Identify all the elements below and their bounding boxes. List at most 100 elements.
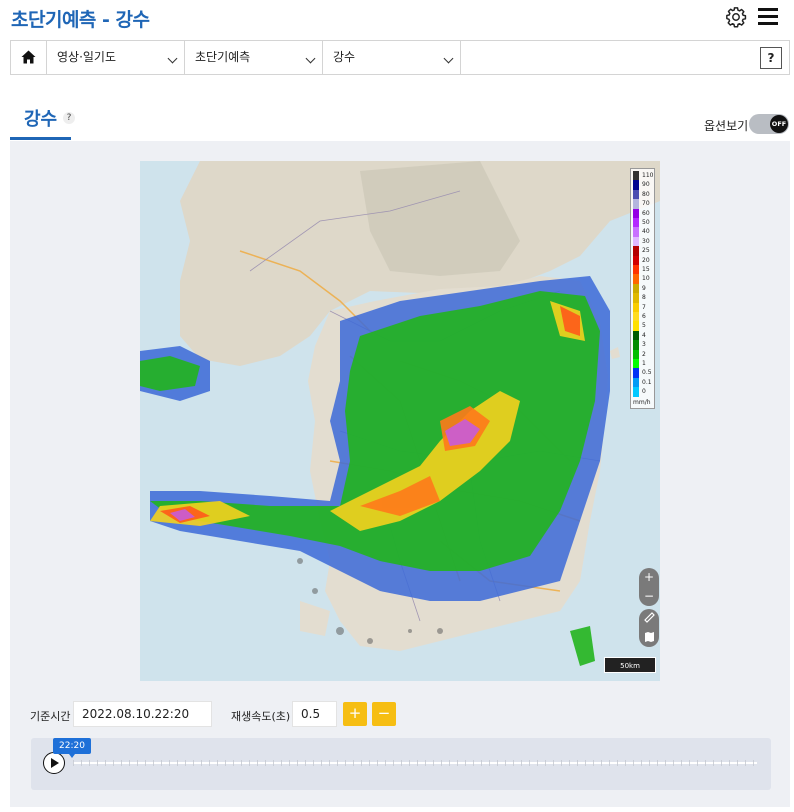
legend-row: 10 — [633, 274, 655, 284]
legend-level: 6 — [642, 313, 646, 320]
legend-swatch — [633, 246, 639, 256]
legend-level: 8 — [642, 294, 646, 302]
legend-level: 9 — [642, 284, 646, 292]
legend-level: 0.1 — [642, 378, 652, 386]
toggle-knob: OFF — [770, 115, 788, 133]
legend-swatch — [633, 227, 639, 237]
legend-level: 0 — [642, 388, 646, 396]
legend-swatch — [633, 274, 639, 284]
legend-swatch — [633, 387, 639, 397]
legend-swatch — [633, 255, 639, 265]
map-tools — [639, 609, 659, 647]
legend-level: 15 — [642, 266, 650, 273]
timeline-ticks — [73, 760, 757, 766]
breadcrumb-nav: 영상·일기도 초단기예측 강수 ? — [10, 40, 790, 75]
timeline-current-time[interactable]: 22:20 — [53, 738, 91, 758]
legend-swatch — [633, 189, 639, 200]
legend-level: 2 — [642, 350, 646, 358]
chevron-down-icon — [167, 53, 178, 64]
map-canvas — [140, 161, 660, 666]
legend-swatch — [633, 283, 639, 294]
legend-swatch — [633, 218, 639, 228]
legend-level: 1 — [642, 360, 646, 367]
legend-row: 70 — [633, 199, 655, 209]
legend-unit: mm/h — [633, 399, 651, 406]
speed-label: 재생속도(초) — [231, 710, 291, 723]
speed-input[interactable]: 0.5 — [292, 701, 337, 727]
legend-level: 25 — [642, 247, 650, 255]
home-button[interactable] — [11, 41, 47, 74]
chevron-down-icon — [305, 53, 316, 64]
zoom-in-button[interactable]: + — [639, 568, 659, 587]
legend-row: 40 — [633, 227, 655, 237]
option-view-label: 옵션보기 — [704, 119, 749, 133]
radar-map[interactable] — [140, 161, 660, 681]
nav-select-element[interactable]: 강수 — [323, 41, 461, 74]
option-view-toggle[interactable]: OFF — [749, 114, 789, 134]
legend-swatch — [633, 330, 639, 341]
legend-row: 9 — [633, 283, 655, 294]
legend-swatch — [633, 359, 639, 369]
legend-swatch — [633, 265, 639, 275]
legend-level: 0.5 — [642, 369, 652, 377]
tab-underline — [10, 137, 71, 140]
play-button[interactable] — [43, 752, 65, 774]
help-button[interactable]: ? — [760, 47, 782, 69]
legend-swatch — [633, 349, 639, 359]
legend-swatch — [633, 208, 639, 218]
legend-row: 25 — [633, 246, 655, 256]
legend-swatch — [633, 236, 639, 247]
legend-level: 110 — [642, 172, 654, 179]
home-icon — [21, 50, 36, 64]
legend-level: 4 — [642, 331, 646, 339]
tab-help-icon[interactable]: ? — [63, 112, 75, 124]
legend-row: 50 — [633, 218, 655, 228]
speed-plus-button[interactable]: + — [343, 702, 367, 726]
legend-row: 7 — [633, 302, 655, 312]
legend-level: 30 — [642, 237, 650, 245]
page-title: 초단기예측 - 강수 — [11, 9, 150, 31]
legend-level: 50 — [642, 219, 650, 226]
legend-level: 60 — [642, 209, 650, 217]
legend-row: 3 — [633, 340, 655, 350]
tab-precipitation[interactable]: 강수 — [24, 105, 57, 131]
zoom-controls: + − — [639, 568, 659, 606]
legend-level: 40 — [642, 228, 650, 236]
speed-minus-button[interactable]: − — [372, 702, 396, 726]
chevron-down-icon — [443, 53, 454, 64]
legend-swatch — [633, 199, 639, 209]
legend-row: 110 — [633, 171, 655, 181]
legend-swatch — [633, 321, 639, 331]
ruler-icon[interactable] — [644, 612, 655, 623]
legend-row: 4 — [633, 330, 655, 341]
legend-row: 5 — [633, 321, 655, 331]
legend-swatch — [633, 293, 639, 303]
legend-swatch — [633, 312, 639, 322]
base-time-label: 기준시간 — [30, 710, 71, 723]
scale-bar: 50km — [604, 657, 656, 673]
legend-row: 20 — [633, 255, 655, 265]
nav-select-product[interactable]: 초단기예측 — [185, 41, 323, 74]
legend-swatch — [633, 180, 639, 190]
menu-icon[interactable] — [758, 8, 778, 26]
legend-row: 1 — [633, 359, 655, 369]
zoom-out-button[interactable]: − — [639, 587, 659, 606]
legend-row: 2 — [633, 349, 655, 359]
settings-gear-icon[interactable] — [725, 6, 747, 28]
legend-row: 30 — [633, 236, 655, 247]
legend-level: 3 — [642, 341, 646, 349]
legend-row: 0 — [633, 387, 655, 397]
map-layer-icon[interactable] — [644, 631, 655, 643]
legend-level: 90 — [642, 181, 650, 189]
legend-row: 15 — [633, 265, 655, 275]
legend-swatch — [633, 377, 639, 388]
legend-row: 60 — [633, 208, 655, 218]
legend-level: 7 — [642, 303, 646, 311]
legend-row: 80 — [633, 189, 655, 200]
base-time-input[interactable]: 2022.08.10.22:20 — [73, 701, 212, 727]
legend-swatch — [633, 340, 639, 350]
legend-level: 70 — [642, 200, 650, 208]
legend-level: 80 — [642, 190, 650, 198]
timeline: 22:20 — [31, 738, 771, 790]
nav-select-category[interactable]: 영상·일기도 — [47, 41, 185, 74]
